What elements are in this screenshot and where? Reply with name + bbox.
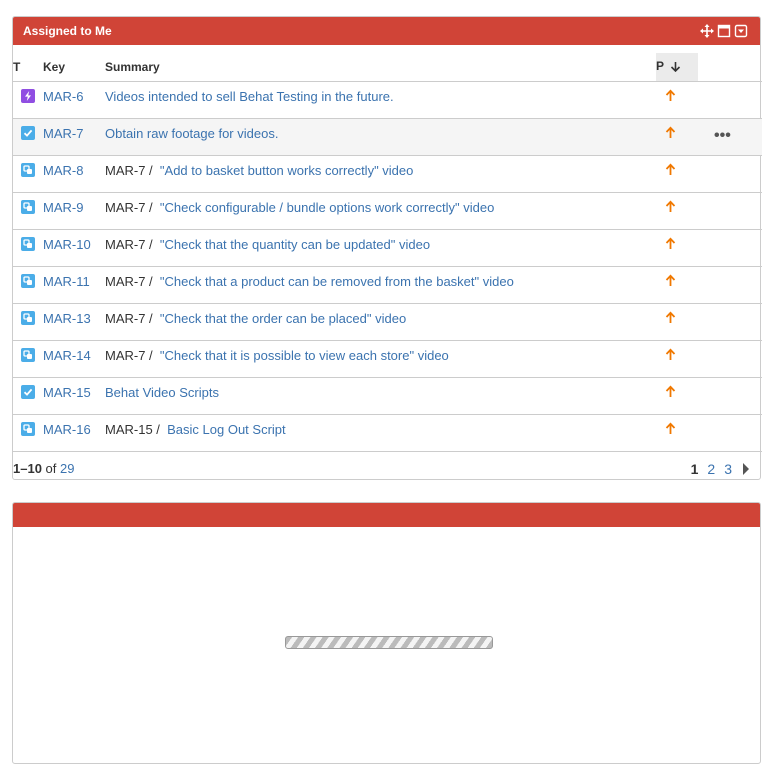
issue-key-link[interactable]: MAR-13 — [43, 311, 91, 326]
results-of: of — [45, 461, 57, 476]
gadget-header — [13, 503, 760, 527]
move-icon[interactable] — [700, 24, 714, 38]
priority-major-icon — [656, 384, 698, 398]
table-row[interactable]: MAR-15 Behat Video Scripts — [13, 377, 762, 415]
parent-issue-key[interactable]: MAR-7 / — [105, 200, 153, 215]
issue-summary-link[interactable]: Obtain raw footage for videos. — [105, 126, 278, 141]
maximize-icon[interactable] — [717, 24, 731, 38]
issue-key-link[interactable]: MAR-15 — [43, 385, 91, 400]
subtask-icon — [21, 236, 43, 251]
column-header-type[interactable]: T — [13, 53, 43, 82]
subtask-icon — [21, 347, 43, 362]
subtask-icon — [21, 273, 43, 288]
assigned-to-me-gadget: Assigned to Me T Key Summary P MAR-6 Vid… — [12, 16, 762, 480]
column-header-priority[interactable]: P — [656, 53, 698, 82]
page-1[interactable]: 1 — [691, 461, 699, 477]
gadget-title: Assigned to Me — [23, 24, 112, 38]
gadget-header: Assigned to Me — [13, 17, 760, 45]
priority-major-icon — [656, 347, 698, 361]
issue-key-link[interactable]: MAR-16 — [43, 422, 91, 437]
parent-issue-key[interactable]: MAR-7 / — [105, 237, 153, 252]
table-header-row: T Key Summary P — [13, 53, 762, 82]
parent-issue-key[interactable]: MAR-7 / — [105, 274, 153, 289]
task-icon — [21, 125, 43, 140]
table-row[interactable]: MAR-7 Obtain raw footage for videos. ••• — [13, 118, 762, 156]
results-count: 1–10 of 29 — [13, 461, 74, 476]
priority-major-icon — [656, 162, 698, 176]
sort-descending-icon — [670, 61, 681, 75]
issue-summary-link[interactable]: "Check that it is possible to view each … — [160, 348, 449, 363]
issue-summary-link[interactable]: Videos intended to sell Behat Testing in… — [105, 89, 394, 104]
column-header-summary[interactable]: Summary — [105, 53, 656, 82]
results-total-link[interactable]: 29 — [60, 461, 74, 476]
column-header-actions — [698, 53, 762, 82]
table-row[interactable]: MAR-8 MAR-7 / "Add to basket button works… — [13, 155, 762, 193]
row-actions-button[interactable]: ••• — [714, 119, 762, 143]
loading-bar — [285, 636, 493, 649]
pagination: 1 2 3 — [682, 461, 750, 477]
issues-table: T Key Summary P MAR-6 Videos intended to … — [13, 53, 762, 452]
issue-summary-link[interactable]: "Check that the quantity can be updated"… — [160, 237, 430, 252]
issue-key-link[interactable]: MAR-7 — [43, 126, 83, 141]
table-row[interactable]: MAR-14 MAR-7 / "Check that it is possible… — [13, 340, 762, 378]
priority-major-icon — [656, 125, 698, 139]
issue-summary-link[interactable]: "Check that a product can be removed fro… — [160, 274, 514, 289]
page-2[interactable]: 2 — [707, 461, 715, 477]
issue-summary-link[interactable]: "Add to basket button works correctly" v… — [160, 163, 413, 178]
priority-major-icon — [656, 199, 698, 213]
table-row[interactable]: MAR-11 MAR-7 / "Check that a product can … — [13, 266, 762, 304]
priority-major-icon — [656, 88, 698, 102]
issue-key-link[interactable]: MAR-11 — [43, 274, 90, 289]
table-row[interactable]: MAR-10 MAR-7 / "Check that the quantity c… — [13, 229, 762, 267]
subtask-icon — [21, 421, 43, 436]
gadget-menu-icon[interactable] — [734, 24, 748, 38]
next-page-icon[interactable] — [742, 462, 750, 476]
priority-header-label: P — [656, 58, 665, 73]
issue-key-link[interactable]: MAR-6 — [43, 89, 83, 104]
table-row[interactable]: MAR-16 MAR-15 / Basic Log Out Script — [13, 414, 762, 452]
loading-gadget — [12, 502, 761, 764]
subtask-icon — [21, 310, 43, 325]
parent-issue-key[interactable]: MAR-7 / — [105, 348, 153, 363]
subtask-icon — [21, 162, 43, 177]
parent-issue-key[interactable]: MAR-7 / — [105, 311, 153, 326]
table-row[interactable]: MAR-13 MAR-7 / "Check that the order can … — [13, 303, 762, 341]
page-3[interactable]: 3 — [724, 461, 732, 477]
issue-summary-link[interactable]: Behat Video Scripts — [105, 385, 219, 400]
issue-summary-link[interactable]: Basic Log Out Script — [167, 422, 286, 437]
table-row[interactable]: MAR-6 Videos intended to sell Behat Testi… — [13, 81, 762, 119]
priority-major-icon — [656, 273, 698, 287]
priority-major-icon — [656, 421, 698, 435]
priority-major-icon — [656, 236, 698, 250]
priority-major-icon — [656, 310, 698, 324]
issue-key-link[interactable]: MAR-10 — [43, 237, 91, 252]
issue-key-link[interactable]: MAR-8 — [43, 163, 83, 178]
issue-key-link[interactable]: MAR-9 — [43, 200, 83, 215]
column-header-key[interactable]: Key — [43, 53, 105, 82]
issue-summary-link[interactable]: "Check configurable / bundle options wor… — [160, 200, 494, 215]
parent-issue-key[interactable]: MAR-15 / — [105, 422, 160, 437]
results-range: 1–10 — [13, 461, 42, 476]
table-row[interactable]: MAR-9 MAR-7 / "Check configurable / bundl… — [13, 192, 762, 230]
issue-summary-link[interactable]: "Check that the order can be placed" vid… — [160, 311, 406, 326]
subtask-icon — [21, 199, 43, 214]
task-icon — [21, 384, 43, 399]
parent-issue-key[interactable]: MAR-7 / — [105, 163, 153, 178]
epic-icon — [21, 88, 43, 103]
issue-key-link[interactable]: MAR-14 — [43, 348, 91, 363]
